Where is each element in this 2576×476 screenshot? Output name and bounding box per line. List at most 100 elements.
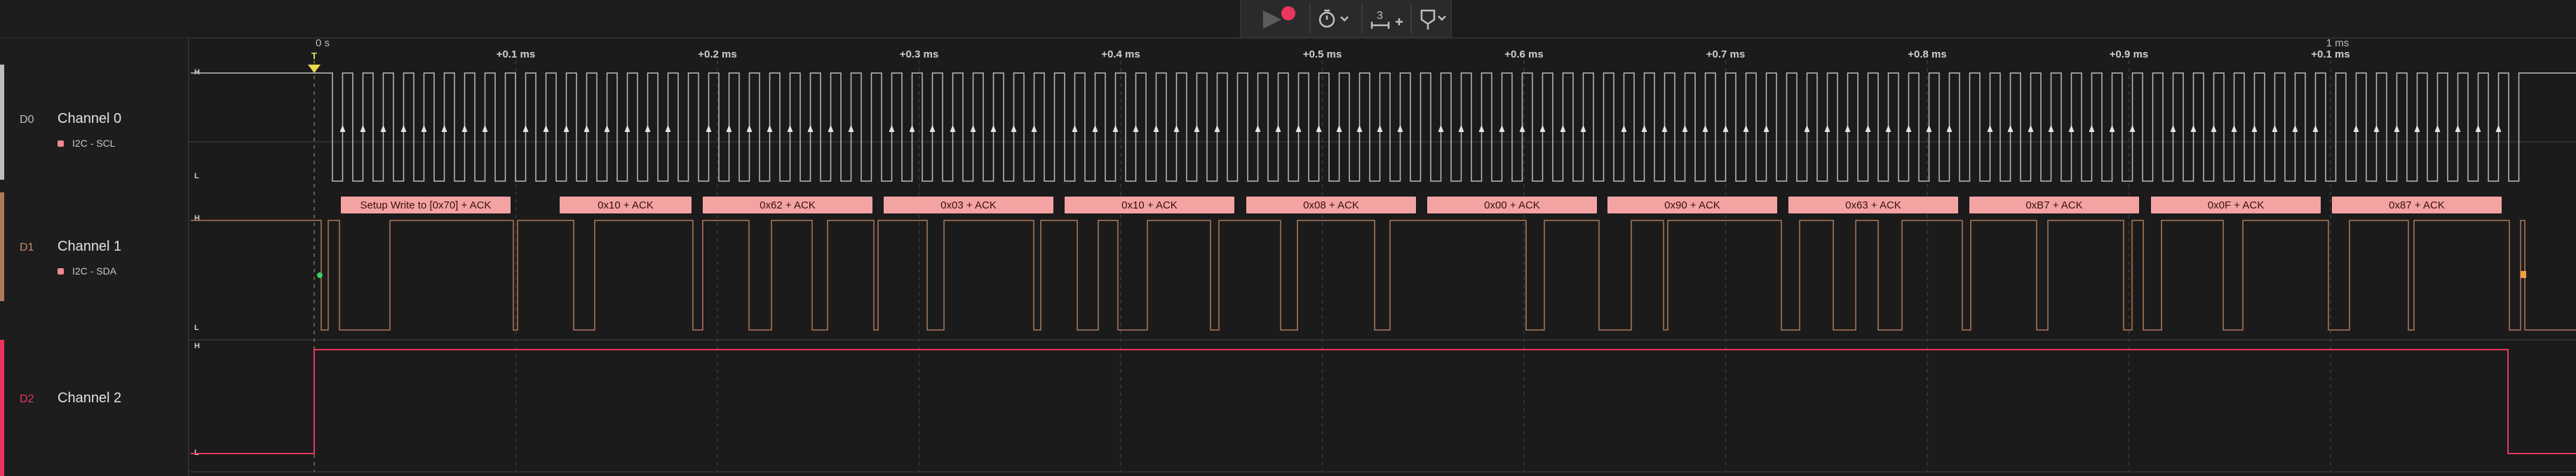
time-tick-label: +0.9 ms bbox=[2110, 48, 2148, 60]
clock-edge-marker bbox=[1743, 125, 1749, 132]
start-condition-marker[interactable] bbox=[317, 272, 323, 278]
plus-icon bbox=[1396, 18, 1403, 25]
clock-edge-marker bbox=[2251, 125, 2258, 132]
clock-edge-marker bbox=[2373, 125, 2380, 132]
analyzer-label: I2C - SDA bbox=[72, 265, 117, 277]
decoded-frame-label[interactable]: 0x00 + ACK bbox=[1484, 199, 1540, 211]
level-high-label: H bbox=[194, 68, 200, 77]
clock-edge-marker bbox=[2353, 125, 2359, 132]
sda-waveform bbox=[191, 220, 2576, 331]
record-icon bbox=[1281, 6, 1295, 20]
clock-edge-marker bbox=[2129, 125, 2136, 132]
decoded-frame-label[interactable]: 0x63 + ACK bbox=[1845, 199, 1901, 211]
clock-edge-marker bbox=[909, 125, 915, 132]
clock-edge-marker bbox=[1722, 125, 1729, 132]
clock-edge-marker bbox=[1011, 125, 1017, 132]
decoded-frame-label[interactable]: 0xB7 + ACK bbox=[2025, 199, 2082, 211]
chevron-down-icon bbox=[1340, 16, 1349, 22]
start-capture-button[interactable] bbox=[1253, 0, 1304, 38]
measure-icon bbox=[1370, 22, 1390, 29]
trigger-icon[interactable] bbox=[308, 65, 321, 73]
marker-icon bbox=[1420, 9, 1436, 29]
clock-edge-marker bbox=[1255, 125, 1261, 132]
channel-row-0[interactable]: D0 Channel 0 I2C - SCL bbox=[0, 65, 188, 180]
clock-edge-marker bbox=[2190, 125, 2197, 132]
clock-edge-marker bbox=[1316, 125, 1322, 132]
capture-toolbar: 3 bbox=[1240, 0, 1452, 38]
clock-edge-marker bbox=[1946, 125, 1953, 132]
clock-edge-marker bbox=[1275, 125, 1281, 132]
clock-edge-marker bbox=[807, 125, 814, 132]
clock-edge-marker bbox=[645, 125, 651, 132]
clock-edge-marker bbox=[1560, 125, 1566, 132]
play-icon bbox=[1263, 11, 1281, 29]
time-tick-label: +0.4 ms bbox=[1101, 48, 1140, 60]
clock-edge-marker bbox=[767, 125, 773, 132]
waveform-area[interactable]: 0 s +0.1 ms +0.2 ms +0.3 ms +0.4 ms +0.5 ms +0… bbox=[0, 0, 2576, 476]
clock-edge-marker bbox=[1763, 125, 1769, 132]
clock-edge-marker bbox=[421, 125, 427, 132]
clock-edge-marker bbox=[2028, 125, 2034, 132]
clock-edge-marker bbox=[1295, 125, 1302, 132]
trigger-label: T bbox=[311, 51, 317, 61]
analyzer-tag[interactable]: I2C - SDA bbox=[58, 265, 116, 277]
clock-edge-marker bbox=[624, 125, 630, 132]
clock-edge-marker bbox=[400, 125, 407, 132]
clock-edge-marker bbox=[889, 125, 895, 132]
clock-edge-marker bbox=[706, 125, 712, 132]
decoded-frame-label[interactable]: 0x0F + ACK bbox=[2208, 199, 2264, 211]
decoded-frame-label[interactable]: 0x87 + ACK bbox=[2389, 199, 2445, 211]
clock-edge-marker bbox=[2068, 125, 2075, 132]
analyzer-color-icon bbox=[58, 267, 64, 275]
clock-edge-marker bbox=[665, 125, 671, 132]
clock-edge-marker bbox=[2109, 125, 2115, 132]
channel-name[interactable]: Channel 0 bbox=[58, 111, 121, 127]
clock-edge-marker bbox=[441, 125, 447, 132]
add-measurement-button[interactable]: 3 bbox=[1365, 0, 1408, 38]
decoded-frame-label[interactable]: 0x62 + ACK bbox=[760, 199, 816, 211]
channel-color-bar bbox=[0, 65, 4, 180]
clock-edge-marker bbox=[1824, 125, 1830, 132]
decoded-frame-label[interactable]: Setup Write to [0x70] + ACK bbox=[360, 199, 492, 211]
decoded-frame-label[interactable]: 0x10 + ACK bbox=[1121, 199, 1178, 211]
channel-row-1[interactable]: D1 Channel 1 I2C - SDA bbox=[0, 192, 188, 301]
clock-edge-marker bbox=[1438, 125, 1444, 132]
decoded-frame-label[interactable]: 0x90 + ACK bbox=[1664, 199, 1720, 211]
clock-edge-marker bbox=[950, 125, 956, 132]
stop-condition-marker[interactable] bbox=[2521, 271, 2526, 278]
decoded-frame-label[interactable]: 0x08 + ACK bbox=[1303, 199, 1359, 211]
time-tick-label: +0.1 ms bbox=[2311, 48, 2349, 60]
clock-edge-marker bbox=[990, 125, 997, 132]
level-low-label: L bbox=[194, 324, 199, 332]
timer-settings-button[interactable] bbox=[1314, 0, 1358, 38]
clock-edge-marker bbox=[543, 125, 549, 132]
clock-edge-marker bbox=[746, 125, 753, 132]
clock-edge-marker bbox=[482, 125, 488, 132]
add-marker-button[interactable] bbox=[1415, 0, 1451, 38]
channel-id: D1 bbox=[20, 242, 34, 253]
clock-edge-marker bbox=[1702, 125, 1708, 132]
clock-edge-marker bbox=[563, 125, 569, 132]
analyzer-label: I2C - SCL bbox=[72, 138, 116, 149]
scl-waveform bbox=[191, 72, 2576, 182]
clock-edge-marker bbox=[604, 125, 610, 132]
analyzer-tag[interactable]: I2C - SCL bbox=[58, 138, 115, 149]
channel-name[interactable]: Channel 1 bbox=[58, 239, 121, 255]
clock-edge-marker bbox=[2170, 125, 2176, 132]
clock-edge-marker bbox=[1885, 125, 1891, 132]
clock-edge-marker bbox=[2414, 125, 2420, 132]
channel-row-2[interactable]: D2 Channel 2 bbox=[0, 340, 188, 476]
clock-edge-marker bbox=[461, 125, 468, 132]
clock-edge-marker bbox=[2211, 125, 2217, 132]
channel-name[interactable]: Channel 2 bbox=[58, 390, 121, 406]
clock-edge-marker bbox=[2495, 125, 2502, 132]
decoded-frame-label[interactable]: 0x10 + ACK bbox=[598, 199, 654, 211]
channel-color-bar bbox=[0, 192, 4, 301]
clock-edge-marker bbox=[1194, 125, 1200, 132]
channel-2-waveform bbox=[191, 349, 2576, 454]
decoded-frame-label[interactable]: 0x03 + ACK bbox=[940, 199, 997, 211]
time-tick-label: +0.7 ms bbox=[1706, 48, 1745, 60]
clock-edge-marker bbox=[2455, 125, 2461, 132]
clock-edge-marker bbox=[1336, 125, 1342, 132]
clock-edge-marker bbox=[1865, 125, 1871, 132]
